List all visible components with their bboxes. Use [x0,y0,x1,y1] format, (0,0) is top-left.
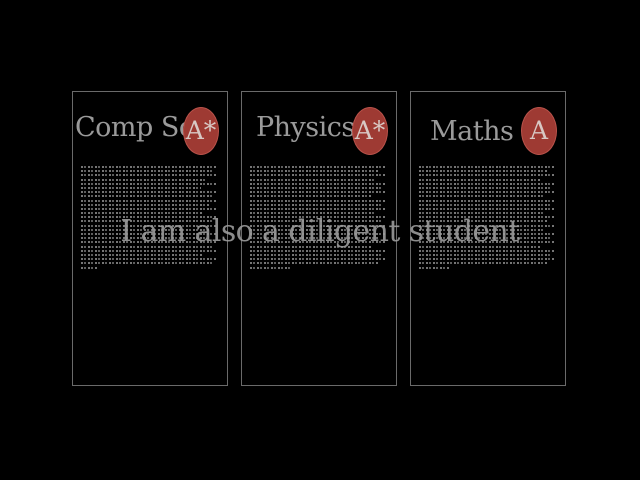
overlay-caption: I am also a diligent student [120,214,520,249]
slide: Comp Sci A* Physics A* Maths A I am also… [0,0,640,480]
subject-title: Physics [256,112,355,143]
grade-badge: A* [183,107,219,155]
grade-badge: A* [352,107,388,155]
subject-title: Maths [430,116,514,147]
grade-badge: A [521,107,557,155]
